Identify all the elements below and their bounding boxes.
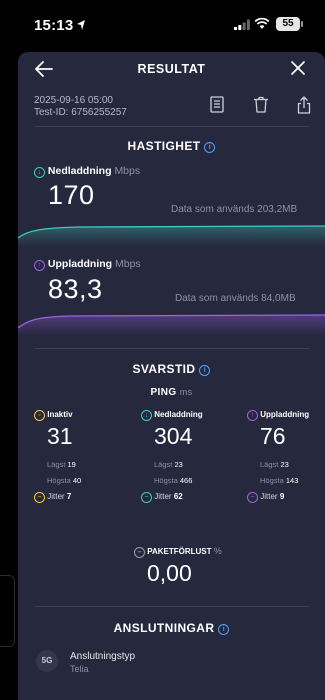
idle-low: Lägst 19 (47, 460, 76, 469)
test-id: Test-ID: 6756255257 (34, 107, 127, 118)
header: RESULTAT (18, 52, 325, 88)
upload-data-used: Data som används 84,0MB (175, 293, 296, 304)
share-icon[interactable] (297, 96, 311, 114)
info-icon[interactable]: i (218, 624, 230, 635)
upload-speed-graph (18, 314, 325, 336)
idle-jitter: ~ Jitter 7 (34, 492, 71, 503)
connection-type-label: Anslutningstyp (70, 651, 136, 662)
info-icon[interactable]: i (204, 142, 216, 153)
idle-high: Högsta 40 (47, 476, 82, 485)
upload-ping-label: ↑ Uppladdning (247, 410, 309, 421)
wifi-icon (254, 17, 270, 29)
upload-speed-value: 83,3 (48, 274, 103, 304)
connection-type-value: Telia (70, 664, 89, 674)
download-ping-value: 304 (154, 423, 193, 449)
cellular-signal-icon (234, 19, 250, 30)
download-speed-graph (18, 225, 325, 246)
divider (34, 348, 309, 349)
network-5g-icon: 5G (36, 650, 58, 672)
notes-icon[interactable] (210, 96, 224, 113)
download-arrow-icon: ↓ (34, 167, 45, 178)
latency-section-title: SVARSTID i (18, 362, 325, 376)
download-arrow-icon: ↓ (141, 410, 152, 421)
divider (34, 606, 309, 607)
upload-label: ↑ Uppladdning Mbps (34, 258, 141, 271)
speed-section-title: HASTIGHET i (18, 139, 325, 153)
packet-loss-label: – PAKETFÖRLUST % (134, 546, 222, 558)
divider (34, 126, 309, 127)
upload-ping-low: Lägst 23 (260, 460, 289, 469)
trash-icon[interactable] (253, 96, 269, 113)
jitter-icon: ~ (247, 492, 258, 503)
minus-circle-icon: – (134, 547, 145, 558)
packet-loss-value: 0,00 (147, 560, 192, 586)
upload-ping-high: Högsta 143 (260, 476, 299, 485)
download-ping-label: ↓ Nedladdning (141, 410, 203, 421)
download-label: ↓ Nedladdning Mbps (34, 165, 140, 178)
connections-section-title: ANSLUTNINGAR i (18, 621, 325, 635)
idle-label: ◦ Inaktiv (34, 410, 73, 421)
download-ping-high: Högsta 466 (154, 476, 193, 485)
test-date: 2025-09-16 05:00 (34, 95, 113, 106)
download-ping-low: Lägst 23 (154, 460, 183, 469)
jitter-icon: ~ (141, 492, 152, 503)
idle-icon: ◦ (34, 410, 45, 421)
result-sheet: RESULTAT 2025-09-16 05:00 Test-ID: 67562… (18, 52, 325, 700)
location-arrow-icon (77, 20, 85, 30)
jitter-icon: ~ (34, 492, 45, 503)
download-data-used: Data som används 203,2MB (171, 204, 298, 215)
page-title: RESULTAT (137, 62, 206, 76)
upload-arrow-icon: ↑ (34, 260, 45, 271)
download-speed-value: 170 (48, 180, 95, 210)
status-bar: 15:13 55 (0, 0, 325, 52)
upload-arrow-icon: ↑ (247, 410, 258, 421)
clock: 15:13 (34, 17, 74, 34)
ping-label: PING ms (150, 387, 193, 398)
upload-ping-value: 76 (260, 423, 286, 449)
background-panel-edge (0, 575, 15, 647)
battery-icon: 55 (276, 17, 303, 31)
close-icon[interactable] (290, 60, 306, 76)
download-jitter: ~ Jitter 62 (141, 492, 183, 503)
idle-ping-value: 31 (47, 423, 73, 449)
info-icon[interactable]: i (199, 365, 211, 376)
upload-jitter: ~ Jitter 9 (247, 492, 284, 503)
